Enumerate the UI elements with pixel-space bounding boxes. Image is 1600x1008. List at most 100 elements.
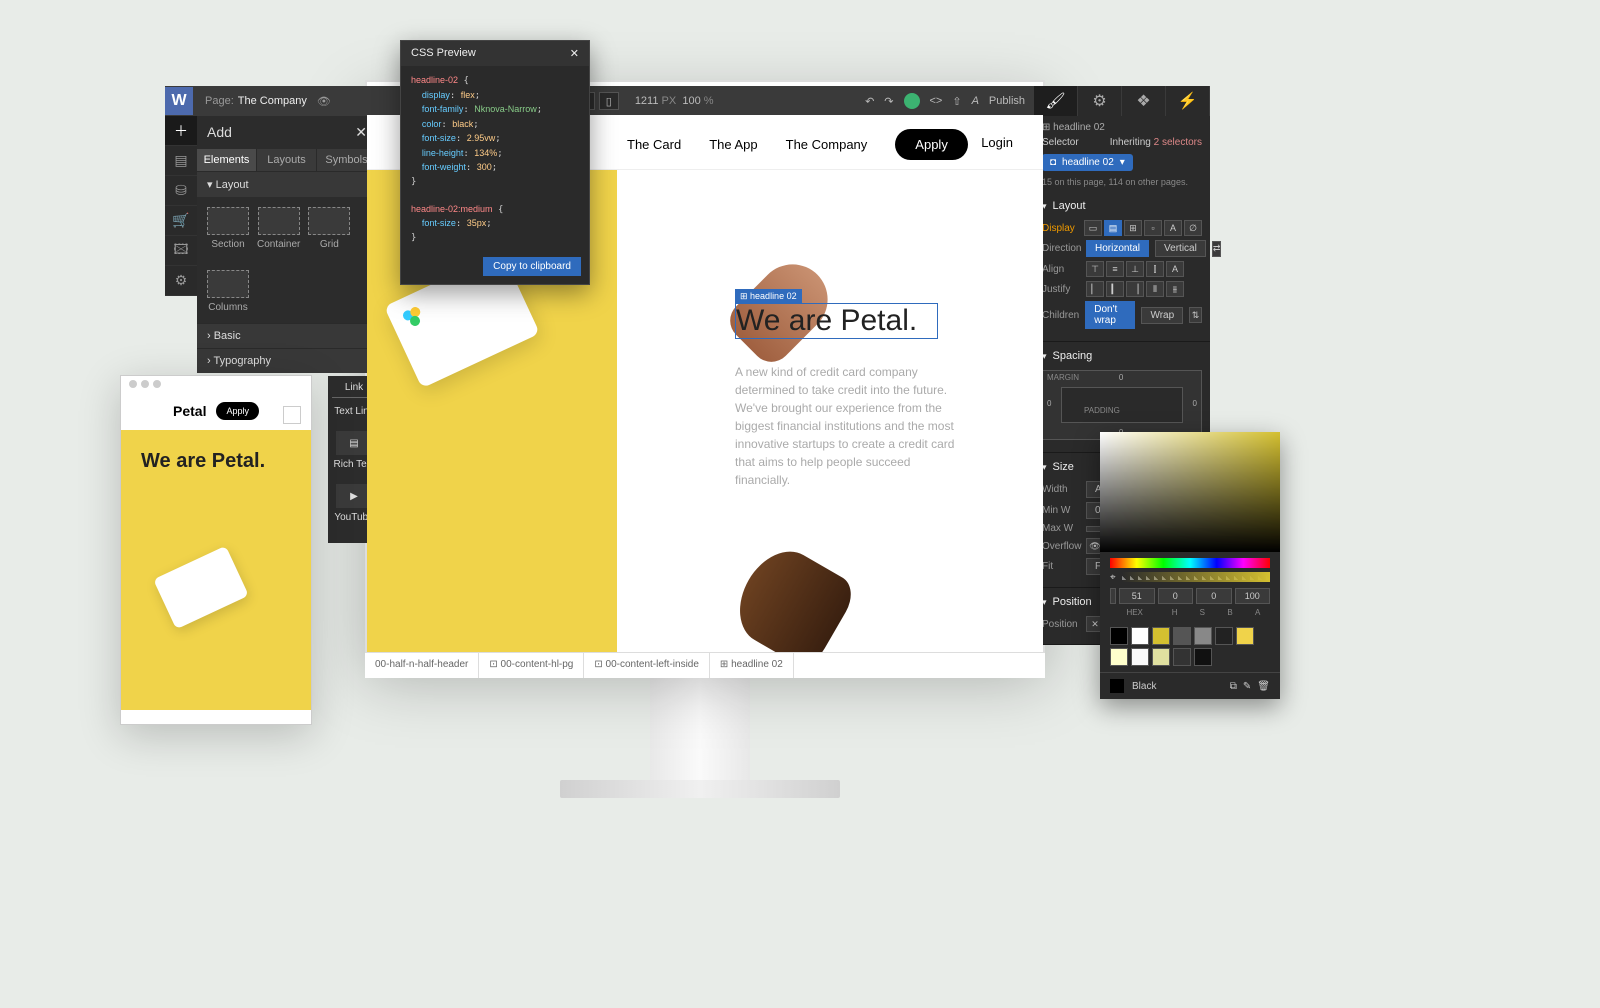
color-swatch[interactable]	[1152, 648, 1170, 666]
direction-horizontal-button[interactable]: Horizontal	[1086, 240, 1149, 257]
color-swatch[interactable]	[1131, 648, 1149, 666]
color-swatch[interactable]	[1110, 627, 1128, 645]
direction-vertical-button[interactable]: Vertical	[1155, 240, 1206, 257]
nav-link[interactable]: The App	[709, 137, 757, 152]
body-text-element[interactable]: A new kind of credit card company determ…	[735, 363, 965, 489]
hamburger-icon[interactable]	[283, 406, 301, 424]
add-grid[interactable]: Grid	[308, 207, 350, 250]
display-none-button[interactable]: ∅	[1184, 220, 1202, 236]
copy-css-button[interactable]: Copy to clipboard	[483, 257, 581, 276]
justify-center-button[interactable]: ▎	[1106, 281, 1124, 297]
color-swatch[interactable]	[1236, 627, 1254, 645]
trash-icon[interactable]: 🗑	[1257, 681, 1270, 692]
tab-elements[interactable]: Elements	[197, 149, 257, 171]
device-phone-icon[interactable]: ▯	[599, 92, 619, 110]
headline-element[interactable]: We are Petal.	[735, 303, 938, 339]
mobile-apply-button[interactable]: Apply	[216, 402, 259, 420]
login-link[interactable]: Login	[981, 135, 1013, 150]
apply-button[interactable]: Apply	[895, 129, 968, 160]
layout-section-header[interactable]: Layout	[1042, 196, 1202, 216]
justify-end-button[interactable]: ▕	[1126, 281, 1144, 297]
wrap-button[interactable]: Wrap	[1141, 307, 1183, 324]
s-input[interactable]	[1158, 588, 1194, 604]
style-tab-icon[interactable]: 🖌	[1034, 86, 1078, 116]
publish-button[interactable]: Publish	[989, 95, 1025, 107]
justify-between-button[interactable]: ⫴	[1146, 281, 1164, 297]
add-columns[interactable]: Columns	[207, 270, 249, 313]
edit-icon[interactable]: ✎	[1243, 681, 1251, 692]
add-container[interactable]: Container	[257, 207, 300, 250]
effects-tab-icon[interactable]: ⚡	[1166, 86, 1210, 116]
direction-reverse-button[interactable]: ⇄	[1212, 241, 1222, 257]
link-icon[interactable]: ⧉	[1230, 681, 1237, 692]
color-gradient-area[interactable]	[1100, 432, 1280, 552]
breadcrumb-item[interactable]: ⊞ headline 02	[710, 653, 794, 678]
add-section[interactable]: Section	[207, 207, 249, 250]
spacing-section-header[interactable]: Spacing	[1042, 346, 1202, 366]
wrap-none-button[interactable]: Don't wrap	[1085, 301, 1135, 329]
page-name[interactable]: The Company	[238, 95, 307, 107]
alpha-slider[interactable]	[1122, 572, 1270, 582]
nav-link[interactable]: The Company	[786, 137, 868, 152]
box-model[interactable]: MARGIN PADDING 0 0 0 0	[1042, 370, 1202, 440]
color-swatch[interactable]	[1152, 627, 1170, 645]
nav-link[interactable]: The Card	[627, 137, 681, 152]
align-stretch-button[interactable]: ⫿	[1146, 261, 1164, 277]
app-logo[interactable]: W	[165, 87, 193, 115]
element-crumb[interactable]: ⊞ headline 02	[1042, 122, 1105, 133]
color-swatch[interactable]	[1173, 627, 1191, 645]
h-input[interactable]	[1119, 588, 1155, 604]
color-swatch[interactable]	[1215, 627, 1233, 645]
assets-icon[interactable]: 🖾	[165, 236, 197, 266]
breadcrumb-item[interactable]: ⊡ 00-content-left-inside	[584, 653, 710, 678]
ecommerce-icon[interactable]: 🛒	[165, 206, 197, 236]
interactions-tab-icon[interactable]: ❖	[1122, 86, 1166, 116]
tab-layouts[interactable]: Layouts	[257, 149, 317, 171]
eyedropper-icon[interactable]: ⌖	[1110, 572, 1116, 583]
align-start-button[interactable]: ⊤	[1086, 261, 1104, 277]
color-swatch[interactable]	[1194, 627, 1212, 645]
text-tool-icon[interactable]: A	[972, 95, 979, 107]
display-inline-block-button[interactable]: ▫	[1144, 220, 1162, 236]
settings-tab-icon[interactable]: ⚙	[1078, 86, 1122, 116]
color-swatch[interactable]	[1173, 648, 1191, 666]
export-icon[interactable]: ⇧	[952, 95, 961, 108]
redo-icon[interactable]: ↷	[884, 95, 893, 108]
justify-start-button[interactable]: ▏	[1086, 281, 1104, 297]
align-baseline-button[interactable]: A	[1166, 261, 1184, 277]
wrap-reverse-button[interactable]: ⇅	[1189, 307, 1202, 323]
align-end-button[interactable]: ⊥	[1126, 261, 1144, 277]
add-icon[interactable]: ＋	[165, 116, 197, 146]
breadcrumb-item[interactable]: ⊡ 00-content-hl-pg	[479, 653, 584, 678]
category-layout[interactable]: ▾ Layout	[197, 171, 377, 197]
inherit-link[interactable]: 2 selectors	[1154, 137, 1202, 148]
settings-icon[interactable]: ⚙	[165, 266, 197, 296]
b-input[interactable]	[1196, 588, 1232, 604]
justify-around-button[interactable]: ⫵	[1166, 281, 1184, 297]
display-inline-button[interactable]: A	[1164, 220, 1182, 236]
align-center-button[interactable]: ≡	[1106, 261, 1124, 277]
close-icon[interactable]: ✕	[570, 47, 579, 60]
display-grid-button[interactable]: ⊞	[1124, 220, 1142, 236]
undo-icon[interactable]: ↶	[865, 95, 874, 108]
close-icon[interactable]: ✕	[355, 124, 367, 141]
breadcrumb-item[interactable]: 00-half-n-half-header	[365, 653, 479, 678]
color-swatch[interactable]	[1194, 648, 1212, 666]
category-basic[interactable]: › Basic	[197, 323, 377, 348]
display-flex-button[interactable]: ▤	[1104, 220, 1122, 236]
hue-slider[interactable]	[1110, 558, 1270, 568]
color-swatch[interactable]	[1110, 648, 1128, 666]
category-typography[interactable]: › Typography	[197, 348, 377, 373]
display-block-button[interactable]: ▭	[1084, 220, 1102, 236]
color-swatch[interactable]	[1131, 627, 1149, 645]
monitor-base	[560, 780, 840, 798]
pages-icon[interactable]: ▤	[165, 146, 197, 176]
code-icon[interactable]: <>	[930, 95, 943, 107]
a-input[interactable]	[1235, 588, 1271, 604]
hex-input[interactable]	[1110, 588, 1116, 604]
class-selector-dropdown[interactable]: ◘ headline 02 ▾	[1042, 154, 1133, 171]
element-selection-label[interactable]: ⊞ headline 02	[735, 289, 802, 304]
cms-icon[interactable]: ⛁	[165, 176, 197, 206]
preview-icon[interactable]: 👁	[317, 95, 331, 108]
canvas-width[interactable]: 1211 PX 100 %	[635, 95, 714, 107]
